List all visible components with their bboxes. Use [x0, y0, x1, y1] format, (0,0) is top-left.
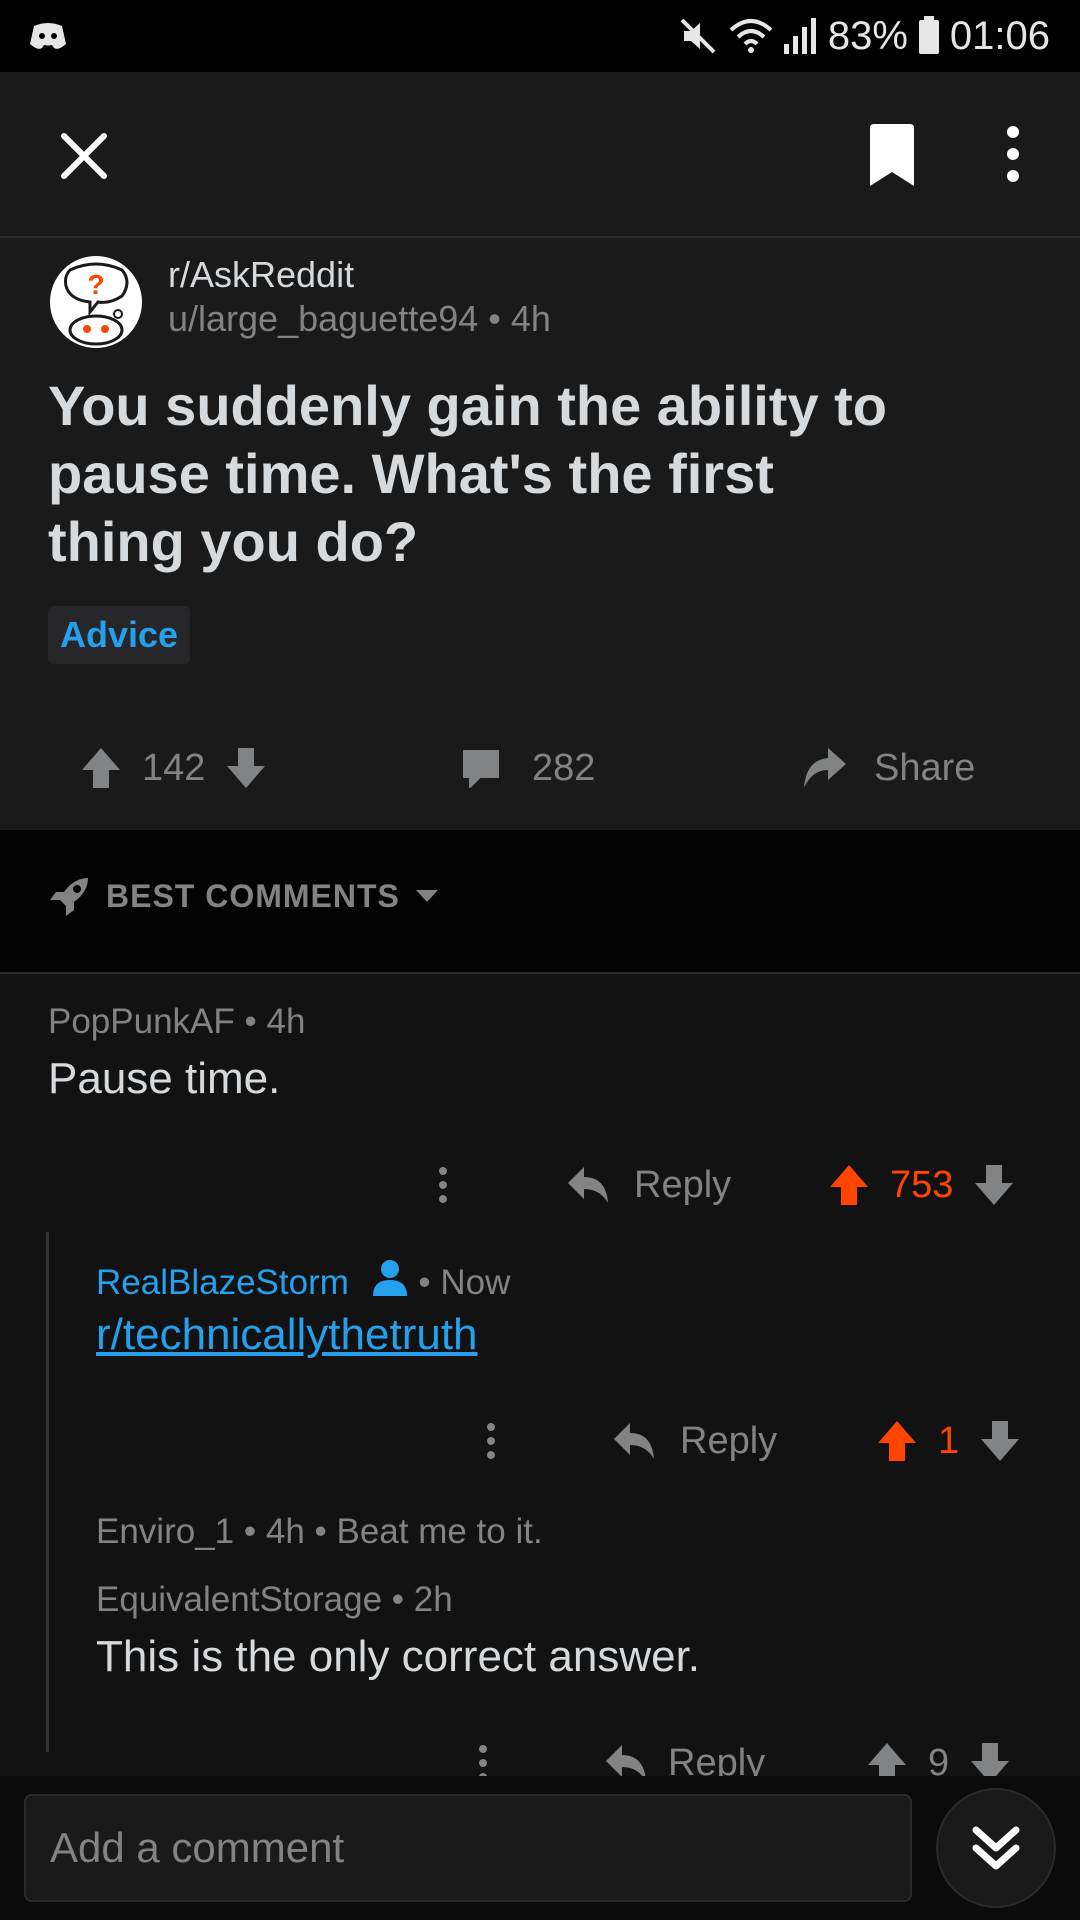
next-comment-button[interactable] [936, 1788, 1056, 1908]
reply-button[interactable]: Reply [566, 1150, 731, 1220]
upvote-icon[interactable] [828, 1163, 870, 1207]
comment-age: • Now [418, 1263, 511, 1302]
thread-line[interactable] [46, 1232, 49, 1752]
close-icon[interactable] [56, 128, 112, 184]
rocket-icon [50, 878, 88, 916]
more-vertical-icon[interactable] [998, 122, 1028, 186]
comment-meta: PopPunkAF • 4h [48, 1002, 305, 1042]
reply-label: Reply [680, 1419, 778, 1462]
subreddit-name[interactable]: r/AskReddit [168, 254, 354, 296]
battery-percent: 83% [827, 13, 908, 58]
reply-label: Reply [668, 1741, 766, 1777]
comment-more-button[interactable] [476, 1406, 506, 1476]
battery-icon [918, 16, 940, 56]
post-meta: u/large_baguette94 • 4h [168, 298, 551, 340]
post-card: ? r/AskReddit u/large_baguette94 • 4h Yo… [0, 238, 1080, 830]
comment-vote-group: 9 [866, 1728, 1011, 1776]
op-user-icon [372, 1260, 407, 1296]
reply-icon [568, 1167, 608, 1203]
comment-actions: Reply 1 [0, 1406, 1080, 1476]
comment-count: 282 [532, 746, 596, 789]
upvote-icon[interactable] [866, 1741, 908, 1776]
sort-selector[interactable]: BEST COMMENTS [48, 874, 440, 918]
discord-icon [30, 23, 66, 49]
collapsed-comment-preview: • 4h • Beat me to it. [243, 1512, 543, 1551]
comment-meta: RealBlazeStorm • Now [96, 1258, 510, 1303]
comment-composer-bar: Add a comment [0, 1776, 1080, 1920]
reply-icon [606, 1745, 646, 1776]
subreddit-link[interactable]: r/technicallythetruth [96, 1310, 478, 1359]
post-flair[interactable]: Advice [48, 606, 191, 664]
comment-bubble-icon [463, 750, 499, 788]
upvote-icon[interactable] [876, 1419, 918, 1463]
post-title: You suddenly gain the ability to pause t… [48, 374, 888, 573]
clock: 01:06 [949, 13, 1050, 58]
wifi-icon [728, 16, 774, 56]
comment-vote-group: 753 [828, 1150, 1015, 1220]
upvote-icon[interactable] [80, 746, 122, 790]
post-toolbar [0, 72, 1080, 238]
sort-label: BEST COMMENTS [106, 877, 400, 914]
share-icon [804, 748, 846, 788]
more-vertical-icon [439, 1167, 447, 1203]
comment-age: • 2h [391, 1580, 453, 1619]
comment-actions: Reply 753 [0, 1150, 1080, 1220]
comment-author[interactable]: Enviro_1 [96, 1512, 234, 1551]
mute-icon [678, 16, 718, 56]
share-label: Share [874, 746, 976, 789]
more-vertical-icon [487, 1423, 495, 1459]
more-vertical-icon [479, 1745, 487, 1776]
reply-icon [614, 1423, 654, 1459]
comment-score: 753 [890, 1163, 954, 1206]
comment-score: 9 [928, 1741, 950, 1777]
downvote-icon[interactable] [973, 1163, 1015, 1207]
comment-age: • 4h [244, 1002, 306, 1041]
status-bar: 83% 01:06 [0, 0, 1080, 72]
bookmark-icon[interactable] [864, 124, 920, 188]
post-age: • 4h [488, 298, 551, 339]
comment-more-button[interactable] [428, 1150, 458, 1220]
comments-button[interactable]: 282 [460, 726, 595, 810]
comment-author[interactable]: PopPunkAF [48, 1002, 235, 1041]
comment-actions: Reply 9 [0, 1728, 1080, 1776]
comment-score: 1 [938, 1419, 960, 1462]
share-button[interactable]: Share [800, 726, 975, 810]
chevron-down-icon [415, 890, 438, 902]
signal-icon [783, 16, 818, 56]
comment-author[interactable]: RealBlazeStorm [96, 1263, 349, 1302]
post-score: 142 [142, 746, 206, 789]
collapsed-comment[interactable]: Enviro_1 • 4h • Beat me to it. [96, 1512, 543, 1552]
comment-body: This is the only correct answer. [96, 1632, 701, 1681]
reply-label: Reply [634, 1163, 732, 1206]
downvote-icon[interactable] [979, 1419, 1021, 1463]
reply-button[interactable]: Reply [604, 1728, 765, 1776]
subreddit-avatar[interactable]: ? [50, 256, 142, 348]
post-author[interactable]: u/large_baguette94 [168, 298, 478, 339]
post-actions: 142 282 Share [0, 726, 1080, 810]
comment-list: PopPunkAF • 4h Pause time. Reply 753 Rea… [0, 976, 1080, 1776]
post-vote-group: 142 [80, 726, 267, 810]
comment-body: Pause time. [48, 1054, 281, 1103]
comment-meta: EquivalentStorage • 2h [96, 1580, 453, 1620]
comment-more-button[interactable] [468, 1728, 498, 1776]
downvote-icon[interactable] [225, 746, 267, 790]
svg-text:?: ? [87, 269, 104, 300]
add-comment-input[interactable]: Add a comment [24, 1794, 912, 1902]
comment-vote-group: 1 [876, 1406, 1021, 1476]
comment-author[interactable]: EquivalentStorage [96, 1580, 382, 1619]
comment-body: r/technicallythetruth [96, 1310, 478, 1360]
double-chevron-down-icon [972, 1826, 1020, 1870]
comment-sort-bar: BEST COMMENTS [0, 830, 1080, 974]
reply-button[interactable]: Reply [612, 1406, 777, 1476]
downvote-icon[interactable] [969, 1741, 1011, 1776]
